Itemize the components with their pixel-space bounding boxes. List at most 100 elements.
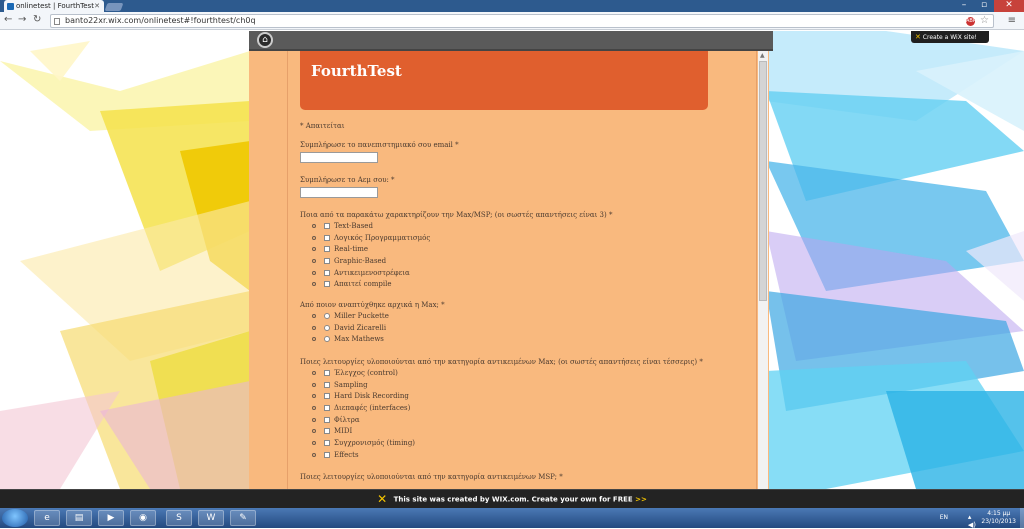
radio-button[interactable] (324, 324, 330, 331)
question-msp-objects-label: Ποιες λειτουργίες υλοποιούνται από την κ… (300, 473, 563, 481)
bookmark-star-icon[interactable]: ☆ (980, 15, 989, 27)
browser-tab-strip: onlinetest | FourthTest ✕ – ▫ ✕ (0, 0, 1024, 12)
list-item: Real-time (312, 243, 430, 255)
question-max-developer-label: Από ποιον αναπτύχθηκε αρχικά η Max; * (300, 301, 445, 309)
background-decoration-left (0, 41, 250, 489)
scroll-up-icon[interactable]: ▲ (760, 52, 765, 59)
checkbox[interactable] (324, 369, 330, 376)
list-item: David Zicarelli (312, 322, 389, 334)
site-container: ⌂ FourthTest * Απαιτείται Συμπλήρωσε το … (249, 31, 773, 489)
question-email-label: Συμπλήρωσε το πανεπιστημιακό σου email * (300, 141, 459, 149)
list-item: Συγχρονισμός (timing) (312, 437, 415, 449)
checkbox[interactable] (324, 404, 330, 411)
list-item: Λογικός Προγραμματισμός (312, 232, 430, 244)
file-explorer-icon[interactable]: ▤ (66, 510, 92, 526)
list-item: Text-Based (312, 220, 430, 232)
checkbox[interactable] (324, 257, 330, 264)
tab-title: onlinetest | FourthTest (16, 2, 94, 10)
form-scrollbar[interactable]: ▲ (758, 51, 768, 489)
start-button[interactable] (2, 509, 28, 527)
question-max-objects-label: Ποιες λειτουργίες υλοποιούνται από την κ… (300, 358, 703, 366)
list-item: Effects (312, 449, 415, 461)
required-note: * Απαιτείται (300, 122, 345, 130)
clock-date: 23/10/2013 (981, 518, 1016, 525)
language-indicator[interactable]: EN (940, 514, 948, 521)
checkbox[interactable] (324, 428, 330, 435)
show-desktop-button[interactable] (1020, 508, 1024, 528)
forward-arrow-icon[interactable]: → (18, 14, 26, 25)
chrome-icon[interactable]: ◉ (130, 510, 156, 526)
wix-favicon-icon (7, 3, 14, 10)
browser-tab[interactable]: onlinetest | FourthTest ✕ (4, 0, 104, 12)
max-objects-options: Έλεγχος (control) Sampling Hard Disk Rec… (312, 367, 415, 461)
list-item: Graphic-Based (312, 255, 430, 267)
create-wix-site-badge[interactable]: ✕ Create a WiX site! (911, 31, 989, 43)
new-tab-button[interactable] (104, 3, 124, 11)
volume-icon[interactable]: ▴ ◀) (968, 513, 976, 529)
internet-explorer-icon[interactable]: e (34, 510, 60, 526)
maxmsp-features-options: Text-Based Λογικός Προγραμματισμός Real-… (312, 220, 430, 290)
background-decoration-right (766, 31, 1024, 489)
list-item: MIDI (312, 425, 415, 437)
list-item: Hard Disk Recording (312, 390, 415, 402)
list-item: Φίλτρα (312, 414, 415, 426)
checkbox[interactable] (324, 234, 330, 241)
window-controls: – ▫ ✕ (954, 0, 1024, 12)
clock-time: 4:15 μμ (987, 510, 1011, 517)
question-aem-label: Συμπλήρωσε το Αεμ σου: * (300, 176, 395, 184)
address-bar[interactable]: banto22xr.wix.com/onlinetest#!fourthtest… (50, 14, 994, 28)
media-player-icon[interactable]: ▶ (98, 510, 124, 526)
reload-icon[interactable]: ↻ (33, 14, 41, 25)
address-bar-url: banto22xr.wix.com/onlinetest#!fourthtest… (65, 16, 256, 25)
clock[interactable]: 4:15 μμ 23/10/2013 (981, 510, 1016, 526)
wix-logo-icon: ✕ (377, 492, 388, 506)
list-item: Αντικειμενοστρέφεια (312, 267, 430, 279)
scrollbar-thumb[interactable] (759, 61, 767, 301)
max-developer-options: Miller Puckette David Zicarelli Max Math… (312, 310, 389, 345)
minimize-icon[interactable]: – (954, 0, 974, 12)
page-icon (54, 18, 60, 25)
checkbox[interactable] (324, 246, 330, 253)
word-icon[interactable]: W (198, 510, 224, 526)
list-item: Max Mathews (312, 333, 389, 345)
wix-banner-text: This site was created by WIX.com. Create… (393, 495, 633, 504)
home-icon[interactable]: ⌂ (257, 32, 273, 48)
checkbox[interactable] (324, 451, 330, 458)
form-title: FourthTest (311, 62, 402, 80)
page-viewport: ⌂ FourthTest * Απαιτείται Συμπλήρωσε το … (0, 31, 1024, 489)
checkbox[interactable] (324, 269, 330, 276)
list-item: Miller Puckette (312, 310, 389, 322)
checkbox[interactable] (324, 281, 330, 288)
checkbox[interactable] (324, 393, 330, 400)
paint-icon[interactable]: ✎ (230, 510, 256, 526)
wix-badge-label: Create a WiX site! (922, 34, 977, 41)
windows-taskbar: e ▤ ▶ ◉ S W ✎ EN ▴ ◀) 4:15 μμ 23/10/2013 (0, 508, 1024, 529)
wix-logo-icon: ✕ (915, 33, 921, 41)
list-item: Απαιτεί compile (312, 278, 430, 290)
adblock-icon[interactable]: ABP (966, 17, 976, 26)
back-arrow-icon[interactable]: ← (4, 14, 12, 25)
checkbox[interactable] (324, 439, 330, 446)
browser-menu-icon[interactable]: ≡ (1008, 15, 1016, 26)
wix-bottom-banner[interactable]: ✕ This site was created by WIX.com. Crea… (0, 489, 1024, 508)
question-maxmsp-features-label: Ποια από τα παρακάτω χαρακτηρίζουν την M… (300, 211, 613, 219)
list-item: Έλεγχος (control) (312, 367, 415, 379)
maximize-icon[interactable]: ▫ (974, 0, 994, 12)
email-field[interactable] (300, 152, 378, 163)
radio-button[interactable] (324, 312, 330, 319)
checkbox[interactable] (324, 381, 330, 388)
browser-toolbar: ← → ↻ banto22xr.wix.com/onlinetest#!four… (0, 12, 1024, 30)
checkbox[interactable] (324, 222, 330, 229)
form-header: FourthTest (300, 51, 708, 110)
list-item: Διεπαφές (interfaces) (312, 402, 415, 414)
wix-banner-arrows: >> (635, 495, 647, 504)
aem-field[interactable] (300, 187, 378, 198)
checkbox[interactable] (324, 416, 330, 423)
list-item: Sampling (312, 379, 415, 391)
embedded-form: FourthTest * Απαιτείται Συμπλήρωσε το πα… (287, 51, 757, 489)
site-top-bar: ⌂ (249, 31, 773, 51)
tab-close-icon[interactable]: ✕ (94, 0, 100, 12)
skype-icon[interactable]: S (166, 510, 192, 526)
close-window-icon[interactable]: ✕ (994, 0, 1024, 12)
radio-button[interactable] (324, 336, 330, 343)
